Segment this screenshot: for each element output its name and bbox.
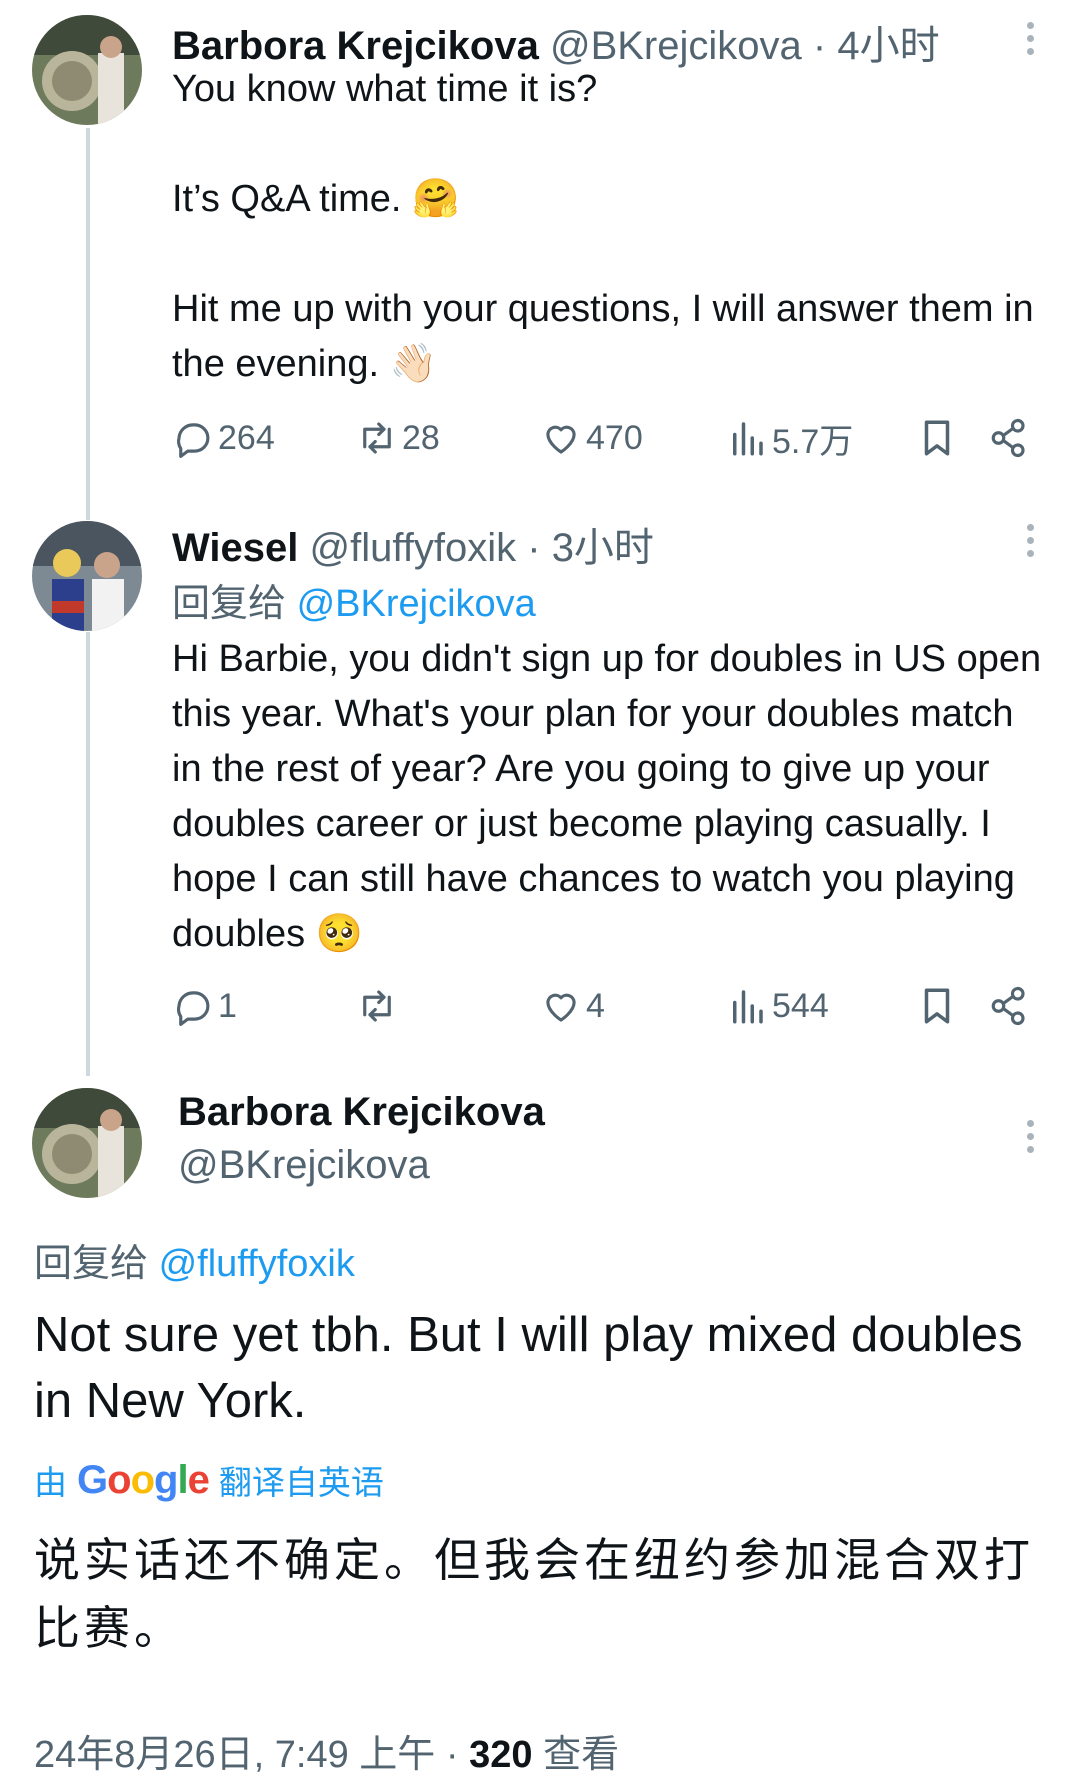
retweet-count: 28 <box>402 418 440 457</box>
translated-by-suffix: 翻译自英语 <box>218 1464 384 1501</box>
like-count: 4 <box>586 986 605 1025</box>
like-button[interactable]: 470 <box>540 417 726 459</box>
translated-by-google[interactable]: 由 Google 翻译自英语 <box>34 1456 384 1504</box>
author-name[interactable]: Wiesel <box>172 526 298 570</box>
heart-icon <box>546 425 576 454</box>
thread-line-1 <box>86 128 90 520</box>
reply-prefix: 回复给 <box>34 1243 149 1285</box>
tweet-1-actions: 264 28 470 5.7万 <box>172 412 1038 464</box>
views-button[interactable]: 544 <box>726 985 916 1027</box>
views-chart-icon <box>733 422 763 456</box>
share-button[interactable] <box>988 417 1034 459</box>
avatar-wiesel[interactable] <box>32 521 142 631</box>
more-vertical-icon[interactable] <box>1024 524 1036 557</box>
share-icon <box>991 418 1025 458</box>
bookmark-icon <box>924 420 950 456</box>
tweet-1-text: You know what time it is? It’s Q&A time.… <box>172 68 1034 385</box>
translated-by-prefix: 由 <box>34 1464 67 1501</box>
views-count: 320 <box>469 1734 533 1776</box>
tweet-2-header: Wiesel @fluffyfoxik · 3小时 <box>172 515 654 573</box>
views-count: 5.7万 <box>772 422 854 461</box>
views-label: 查看 <box>543 1734 620 1776</box>
reply-count: 264 <box>218 418 275 457</box>
views-chart-icon <box>733 990 763 1024</box>
heart-icon <box>546 993 576 1022</box>
separator-dot: · <box>527 526 541 570</box>
thread-line-2 <box>86 632 90 1076</box>
reply-button[interactable]: 264 <box>172 417 356 459</box>
main-reply-to-line: 回复给 @fluffyfoxik <box>34 1232 355 1287</box>
reply-icon <box>177 423 210 458</box>
reply-prefix: 回复给 <box>172 583 287 625</box>
retweet-button[interactable] <box>356 985 540 1027</box>
bookmark-button[interactable] <box>916 985 988 1027</box>
tweet-2-text: Hi Barbie, you didn't sign up for double… <box>172 638 1042 955</box>
views-button[interactable]: 5.7万 <box>726 414 916 463</box>
author-handle[interactable]: @fluffyfoxik <box>310 526 517 570</box>
views-count: 544 <box>772 986 829 1025</box>
bookmark-button[interactable] <box>916 417 988 459</box>
retweet-button[interactable]: 28 <box>356 417 540 459</box>
translated-text: 说实话还不确定。但我会在纽约参加混合双打比赛。 <box>34 1534 1034 1654</box>
main-tweet-text: Not sure yet tbh. But I will play mixed … <box>34 1308 1023 1428</box>
reply-count: 1 <box>218 986 237 1025</box>
reply-button[interactable]: 1 <box>172 985 356 1027</box>
main-author-name[interactable]: Barbora Krejcikova <box>178 1090 545 1135</box>
reply-to-line: 回复给 @BKrejcikova <box>172 572 536 627</box>
tweet-time[interactable]: 3小时 <box>552 526 654 570</box>
avatar-barbora[interactable] <box>32 15 142 125</box>
retweet-icon <box>363 990 391 1022</box>
reply-mention-link[interactable]: @BKrejcikova <box>297 583 536 625</box>
more-vertical-icon[interactable] <box>1024 1120 1036 1153</box>
retweet-icon <box>363 422 391 454</box>
like-button[interactable]: 4 <box>540 985 726 1027</box>
tweet-2-actions: 1 4 544 <box>172 980 1038 1032</box>
avatar-barbora-main[interactable] <box>32 1088 142 1198</box>
tweet-date[interactable]: 24年8月26日, 7:49 上午 <box>34 1734 435 1776</box>
more-vertical-icon[interactable] <box>1024 22 1036 55</box>
google-logo: Google <box>77 1457 210 1502</box>
reply-mention-link[interactable]: @fluffyfoxik <box>159 1243 355 1285</box>
share-icon <box>991 986 1025 1026</box>
separator-dot: · <box>445 1734 459 1776</box>
like-count: 470 <box>586 418 643 457</box>
reply-icon <box>177 991 210 1026</box>
share-button[interactable] <box>988 985 1034 1027</box>
main-author-handle[interactable]: @BKrejcikova <box>178 1143 430 1188</box>
bookmark-icon <box>924 988 950 1024</box>
tweet-meta: 24年8月26日, 7:49 上午 · 320 查看 <box>34 1723 619 1778</box>
